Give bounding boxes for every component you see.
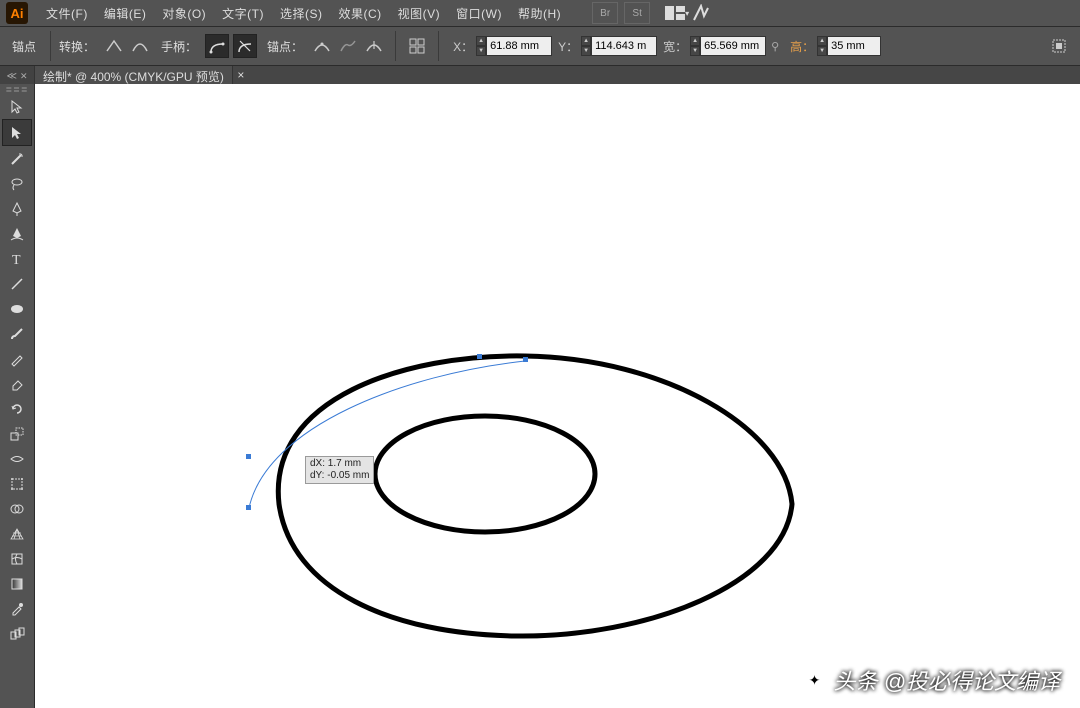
x-field[interactable]: ▲▼ bbox=[476, 36, 552, 56]
h-stepper[interactable]: ▲▼ bbox=[817, 36, 827, 56]
connect-anchors-icon[interactable] bbox=[337, 35, 359, 57]
rotate-tool[interactable] bbox=[3, 396, 31, 421]
menu-help[interactable]: 帮助(H) bbox=[510, 1, 569, 26]
menu-view[interactable]: 视图(V) bbox=[390, 1, 449, 26]
watermark: ✦ 头条 @投必得论文编译 bbox=[802, 664, 1060, 696]
h-label: 高： bbox=[790, 38, 814, 55]
document-tab-title: 制* @ 400% (CMYK/GPU 预览) bbox=[55, 68, 224, 85]
y-label: Y： bbox=[558, 38, 578, 55]
free-transform-tool[interactable] bbox=[3, 471, 31, 496]
menu-object[interactable]: 对象(O) bbox=[154, 1, 214, 26]
app-logo: Ai bbox=[6, 2, 28, 24]
svg-text:T: T bbox=[12, 253, 21, 267]
watermark-text: 头条 @投必得论文编译 bbox=[834, 664, 1060, 696]
tool-panel-grip[interactable]: ≣≣≣ bbox=[0, 84, 34, 94]
x-stepper[interactable]: ▲▼ bbox=[476, 36, 486, 56]
watermark-icon: ✦ bbox=[802, 667, 828, 693]
type-tool[interactable]: T bbox=[3, 246, 31, 271]
blend-tool[interactable] bbox=[3, 621, 31, 646]
eraser-tool[interactable] bbox=[3, 371, 31, 396]
convert-to-smooth-icon[interactable] bbox=[129, 35, 151, 57]
artwork bbox=[35, 84, 1080, 708]
isolate-icon[interactable] bbox=[406, 35, 428, 57]
menu-edit[interactable]: 编辑(E) bbox=[96, 1, 155, 26]
perspective-grid-tool[interactable] bbox=[3, 521, 31, 546]
gpu-preview-icon[interactable] bbox=[689, 2, 713, 24]
ellipse-tool[interactable] bbox=[3, 296, 31, 321]
direct-selection-tool[interactable] bbox=[2, 119, 32, 146]
menu-bar: Ai 文件(F) 编辑(E) 对象(O) 文字(T) 选择(S) 效果(C) 视… bbox=[0, 0, 1080, 27]
arrange-documents-icon[interactable]: ▾ bbox=[665, 2, 689, 24]
stock-icon[interactable]: St bbox=[624, 2, 650, 24]
magic-wand-tool[interactable] bbox=[3, 146, 31, 171]
measurement-dy: dY: -0.05 mm bbox=[310, 470, 369, 482]
tool-panel: ≣≣≣ T bbox=[0, 84, 35, 708]
x-input[interactable] bbox=[486, 36, 552, 56]
remove-anchor-icon[interactable] bbox=[311, 35, 333, 57]
document-tab[interactable]: 绘制* @ 400% (CMYK/GPU 预览) bbox=[35, 66, 233, 86]
menu-select[interactable]: 选择(S) bbox=[272, 1, 331, 26]
y-stepper[interactable]: ▲▼ bbox=[581, 36, 591, 56]
show-handles-icon[interactable] bbox=[205, 34, 229, 58]
line-tool[interactable] bbox=[3, 271, 31, 296]
measurement-dx: dX: 1.7 mm bbox=[310, 458, 369, 470]
anchor-selection-label: 锚点 bbox=[12, 38, 36, 55]
scale-tool[interactable] bbox=[3, 421, 31, 446]
document-tab-prefix: 绘 bbox=[43, 68, 55, 85]
y-field[interactable]: ▲▼ bbox=[581, 36, 657, 56]
menu-text[interactable]: 文字(T) bbox=[214, 1, 272, 26]
w-field[interactable]: ▲▼ bbox=[690, 36, 766, 56]
eyedropper-tool[interactable] bbox=[3, 596, 31, 621]
h-field[interactable]: ▲▼ bbox=[817, 36, 881, 56]
convert-label: 转换： bbox=[59, 38, 95, 55]
hide-handles-icon[interactable] bbox=[233, 34, 257, 58]
bridge-icon[interactable]: Br bbox=[592, 2, 618, 24]
pen-tool[interactable] bbox=[3, 196, 31, 221]
menu-window[interactable]: 窗口(W) bbox=[448, 1, 510, 26]
menu-effects[interactable]: 效果(C) bbox=[330, 1, 389, 26]
gradient-tool[interactable] bbox=[3, 571, 31, 596]
lasso-tool[interactable] bbox=[3, 171, 31, 196]
control-bar: 锚点 转换： 手柄： 锚点： X： ▲▼ Y： ▲▼ 宽： ▲▼ ⚲ bbox=[0, 27, 1080, 66]
w-input[interactable] bbox=[700, 36, 766, 56]
paintbrush-tool[interactable] bbox=[3, 321, 31, 346]
curvature-tool[interactable] bbox=[3, 221, 31, 246]
link-dimensions-icon[interactable]: ⚲ bbox=[766, 40, 784, 53]
tab-close-button[interactable]: × bbox=[233, 66, 249, 86]
shape-builder-tool[interactable] bbox=[3, 496, 31, 521]
align-to-selection-icon[interactable] bbox=[1048, 35, 1070, 57]
measurement-tooltip: dX: 1.7 mm dY: -0.05 mm bbox=[305, 456, 374, 484]
w-label: 宽： bbox=[663, 38, 687, 55]
x-label: X： bbox=[453, 38, 473, 55]
pencil-tool[interactable] bbox=[3, 346, 31, 371]
mesh-tool[interactable] bbox=[3, 546, 31, 571]
width-tool[interactable] bbox=[3, 446, 31, 471]
anchors-label: 锚点： bbox=[267, 38, 303, 55]
tab-scroll-controls[interactable]: ≪✕ bbox=[0, 66, 35, 86]
selection-tool[interactable] bbox=[3, 94, 31, 119]
y-input[interactable] bbox=[591, 36, 657, 56]
h-input[interactable] bbox=[827, 36, 881, 56]
cut-path-icon[interactable] bbox=[363, 35, 385, 57]
handles-label: 手柄： bbox=[161, 38, 197, 55]
w-stepper[interactable]: ▲▼ bbox=[690, 36, 700, 56]
canvas[interactable]: dX: 1.7 mm dY: -0.05 mm ✦ 头条 @投必得论文编译 bbox=[35, 84, 1080, 708]
menu-file[interactable]: 文件(F) bbox=[38, 1, 96, 26]
convert-to-corner-icon[interactable] bbox=[103, 35, 125, 57]
